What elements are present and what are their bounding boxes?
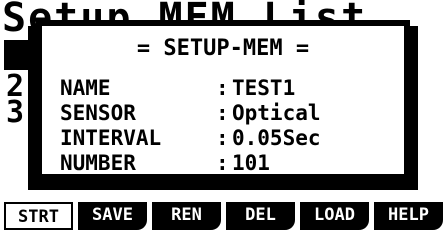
calculator-screen: Setup MEM List 2 3 = SETUP-MEM = NAME:TE… <box>0 0 448 234</box>
field-value-interval: 0.05Sec <box>232 126 321 150</box>
field-label-name: NAME <box>60 76 111 100</box>
field-label-sensor: SENSOR <box>60 101 136 125</box>
setup-mem-dialog: = SETUP-MEM = NAME: TEST1 SENSOR: Optical … <box>36 20 410 180</box>
f3-ren-button[interactable]: REN <box>152 202 221 230</box>
field-value-name: TEST1 <box>232 76 296 100</box>
field-sensor: SENSOR: Optical <box>60 101 321 125</box>
field-colon: : <box>216 126 229 150</box>
field-value-sensor: Optical <box>232 101 321 125</box>
f6-help-button[interactable]: HELP <box>374 202 443 230</box>
function-key-bar: STRT SAVE REN DEL LOAD HELP <box>4 202 444 232</box>
field-value-number: 101 <box>232 151 270 175</box>
list-row-number-3[interactable]: 3 <box>6 98 24 128</box>
field-label-number: NUMBER <box>60 151 136 175</box>
field-colon: : <box>216 151 229 175</box>
dialog-title: = SETUP-MEM = <box>136 36 310 61</box>
field-label-interval: INTERVAL <box>60 126 162 150</box>
field-name: NAME: TEST1 <box>60 76 295 100</box>
field-colon: : <box>216 76 229 100</box>
field-colon: : <box>216 101 229 125</box>
field-interval: INTERVAL:0.05Sec <box>60 126 321 150</box>
f2-save-button[interactable]: SAVE <box>78 202 147 230</box>
f4-del-button[interactable]: DEL <box>226 202 295 230</box>
f1-strt-button[interactable]: STRT <box>4 202 73 230</box>
f5-load-button[interactable]: LOAD <box>300 202 369 230</box>
field-number: NUMBER:101 <box>60 151 270 175</box>
